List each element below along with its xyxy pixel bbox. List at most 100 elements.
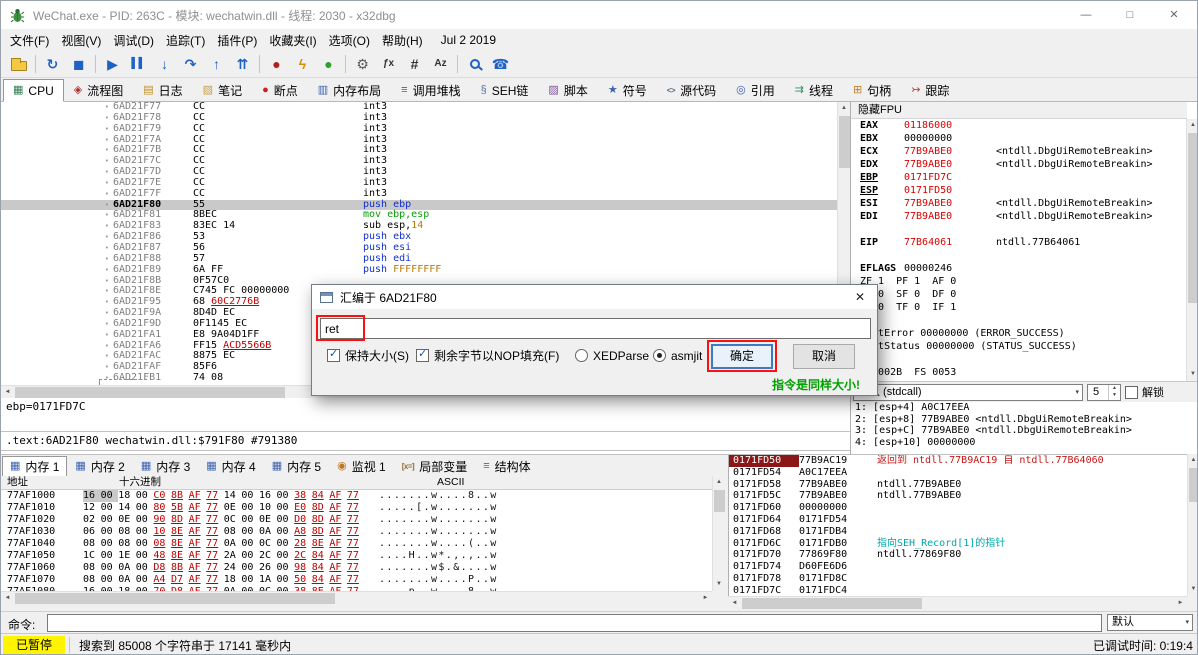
scroll-thumb[interactable]: [714, 490, 725, 512]
tab-trace[interactable]: ↣跟踪: [901, 79, 959, 102]
asmjit-radio[interactable]: [653, 349, 666, 362]
minimize-button[interactable]: —: [1064, 1, 1108, 29]
tab-memory-3[interactable]: ▦内存 3: [133, 456, 198, 477]
stack-row[interactable]: 0171FD6000000000: [729, 502, 1187, 514]
stack-row[interactable]: 0171FD680171FDB4: [729, 526, 1187, 538]
tab-graph[interactable]: ◈流程图: [64, 79, 133, 102]
scroll-up-icon[interactable]: ▲: [1187, 119, 1198, 132]
register-row[interactable]: EDX77B9ABE0<ntdll.DbgUiRemoteBreakin>: [851, 158, 1187, 171]
register-row[interactable]: [851, 249, 1187, 262]
registers-vscrollbar[interactable]: ▲ ▼: [1186, 119, 1198, 381]
register-row[interactable]: EBP0171FD7C: [851, 171, 1187, 184]
assemble-instruction-input[interactable]: [320, 318, 871, 339]
comment-icon[interactable]: ●: [316, 53, 341, 76]
scroll-up-icon[interactable]: ▲: [1188, 454, 1198, 467]
patch-icon[interactable]: ϟ: [290, 53, 315, 76]
stack-hscrollbar[interactable]: ◄ ►: [728, 596, 1187, 609]
breakpoint-icon[interactable]: ●: [264, 53, 289, 76]
tab-symbols[interactable]: ★符号: [598, 79, 657, 102]
stack-row[interactable]: 0171FD5877B9ABE0ntdll.77B9ABE0: [729, 479, 1187, 491]
register-row[interactable]: OF 0 SF 0 DF 0: [851, 288, 1187, 301]
register-row[interactable]: ESP0171FD50: [851, 184, 1187, 197]
stack-pane[interactable]: 0171FD5077B9AC19返回到 ntdll.77B9AC19 自 ntd…: [728, 454, 1187, 596]
register-row[interactable]: [851, 314, 1187, 327]
scroll-left-icon[interactable]: ◄: [1, 592, 14, 604]
tab-references[interactable]: ◎引用: [726, 79, 785, 102]
tab-memory-4[interactable]: ▦内存 4: [198, 456, 263, 477]
register-row[interactable]: GS 002B FS 0053: [851, 366, 1187, 379]
tab-breakpoints[interactable]: ●断点: [252, 79, 308, 102]
tab-struct[interactable]: ≡结构体: [475, 456, 538, 477]
cancel-button[interactable]: 取消: [793, 344, 855, 369]
disasm-row[interactable]: •6AD21F79CCint3: [1, 124, 837, 135]
register-row[interactable]: [851, 353, 1187, 366]
pause-icon[interactable]: ▌▌: [126, 53, 151, 76]
tab-memory-2[interactable]: ▦内存 2: [67, 456, 132, 477]
register-row[interactable]: EFLAGS00000246: [851, 262, 1187, 275]
menu-item[interactable]: 帮助(H): [376, 31, 429, 51]
run-icon[interactable]: ▶: [100, 53, 125, 76]
fx-icon[interactable]: ƒx: [376, 53, 401, 76]
command-input[interactable]: [47, 614, 1102, 632]
scroll-right-icon[interactable]: ►: [1174, 597, 1187, 609]
scroll-thumb[interactable]: [1188, 133, 1198, 303]
scroll-up-icon[interactable]: ▲: [838, 102, 850, 115]
ok-button[interactable]: 确定: [711, 344, 773, 369]
tab-memory-1[interactable]: ▦内存 1: [2, 456, 67, 477]
tab-source[interactable]: <>源代码: [657, 79, 726, 102]
scroll-thumb[interactable]: [1189, 468, 1198, 502]
maximize-button[interactable]: □: [1108, 1, 1152, 29]
menu-item[interactable]: 文件(F): [4, 31, 55, 51]
stack-row[interactable]: 0171FD5077B9AC19返回到 ntdll.77B9AC19 自 ntd…: [729, 455, 1187, 467]
scroll-left-icon[interactable]: ◄: [1, 386, 14, 398]
scroll-thumb[interactable]: [15, 387, 285, 398]
scroll-left-icon[interactable]: ◄: [728, 597, 741, 609]
stack-row[interactable]: 0171FD7C0171FDC4: [729, 585, 1187, 596]
register-row[interactable]: EAX01186000: [851, 119, 1187, 132]
tab-log[interactable]: ▤日志: [133, 79, 192, 102]
restart-icon[interactable]: ↻: [40, 53, 65, 76]
argument-row[interactable]: 4: [esp+10] 00000000: [851, 437, 1187, 449]
scroll-thumb[interactable]: [15, 593, 335, 604]
step-over-icon[interactable]: ↷: [178, 53, 203, 76]
register-row[interactable]: EBX00000000: [851, 132, 1187, 145]
dump-row[interactable]: 77AF104008000800088EAF770A000C00288EAF77…: [1, 538, 712, 550]
tab-seh[interactable]: §SEH链: [471, 79, 539, 102]
tab-script[interactable]: ▨脚本: [538, 79, 597, 102]
tab-locals[interactable]: [x=]局部变量: [394, 456, 475, 477]
dump-row[interactable]: 77AF103006000800108EAF7708000A00A88DAF77…: [1, 526, 712, 538]
unlock-checkbox[interactable]: [1125, 386, 1138, 399]
dump-pane[interactable]: 77AF100016001800C08BAF77140016003884AF77…: [1, 490, 712, 591]
register-row[interactable]: EDI77B9ABE0<ntdll.DbgUiRemoteBreakin>: [851, 210, 1187, 223]
register-row[interactable]: ESI77B9ABE0<ntdll.DbgUiRemoteBreakin>: [851, 197, 1187, 210]
tab-notes[interactable]: ▧笔记: [193, 79, 252, 102]
stop-icon[interactable]: ◼: [66, 53, 91, 76]
xedparse-radio[interactable]: [575, 349, 588, 362]
menu-item[interactable]: 视图(V): [55, 31, 107, 51]
execute-till-return-icon[interactable]: ↑: [204, 53, 229, 76]
register-row[interactable]: [851, 223, 1187, 236]
stack-vscrollbar[interactable]: ▲ ▼: [1187, 454, 1198, 596]
disasm-row[interactable]: •6AD21F7FCCint3: [1, 189, 837, 200]
font-icon[interactable]: Az: [428, 53, 453, 76]
notify-icon[interactable]: ☎: [488, 53, 513, 76]
stack-row[interactable]: 0171FD780171FD8C: [729, 573, 1187, 585]
command-mode-select[interactable]: 默认 ▾: [1107, 614, 1193, 631]
menu-item[interactable]: 追踪(T): [160, 31, 211, 51]
register-row[interactable]: CF 0 TF 0 IF 1: [851, 301, 1187, 314]
stack-row[interactable]: 0171FD5C77B9ABE0ntdll.77B9ABE0: [729, 490, 1187, 502]
registers-pane[interactable]: 隐藏FPU EAX01186000EBX00000000ECX77B9ABE0<…: [850, 102, 1198, 454]
close-button[interactable]: ✕: [1152, 1, 1196, 29]
open-file-icon[interactable]: [6, 53, 31, 76]
dump-hscrollbar[interactable]: ◄ ►: [1, 591, 712, 604]
calculator-icon[interactable]: #: [402, 53, 427, 76]
step-into-icon[interactable]: ↓: [152, 53, 177, 76]
run-to-user-code-icon[interactable]: ⇈: [230, 53, 255, 76]
dump-row[interactable]: 77AF100016001800C08BAF77140016003884AF77…: [1, 490, 712, 502]
dump-vscrollbar[interactable]: ▲ ▼: [712, 476, 725, 591]
register-row[interactable]: EIP77B64061ntdll.77B64061: [851, 236, 1187, 249]
search-icon[interactable]: [462, 53, 487, 76]
argument-row[interactable]: 2: [esp+8] 77B9ABE0 <ntdll.DbgUiRemoteBr…: [851, 414, 1187, 426]
stack-row[interactable]: 0171FD7077869F80ntdll.77869F80: [729, 549, 1187, 561]
settings-icon[interactable]: ⚙: [350, 53, 375, 76]
